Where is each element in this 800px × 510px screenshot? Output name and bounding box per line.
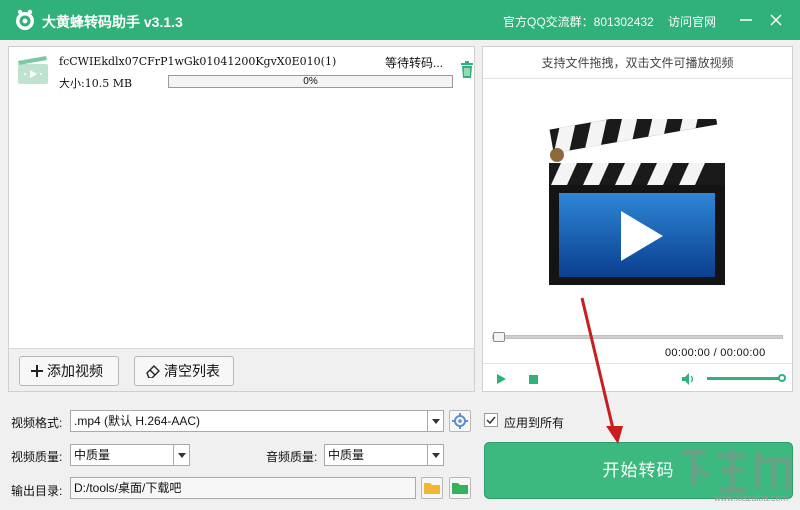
open-folder-icon — [452, 483, 468, 494]
app-title: 大黄蜂转码助手 v3.1.3 — [42, 14, 183, 30]
playback-time: 00:00:00 / 00:00:00 — [665, 347, 766, 359]
preview-hint: 支持文件拖拽，双击文件可播放视频 — [483, 47, 792, 79]
progress-text: 0% — [303, 76, 318, 87]
video-quality-select[interactable]: 中质量 — [70, 444, 190, 466]
list-toolbar: 添加视频 清空列表 — [8, 348, 475, 392]
video-format-label: 视频格式: — [11, 416, 63, 430]
audio-quality-value: 中质量 — [328, 448, 365, 462]
output-dir-field[interactable]: D:/tools/桌面/下载吧 — [70, 477, 416, 499]
conversion-progress-bar: 0% — [168, 75, 453, 88]
file-name: fcCWIEkdlx07CFrP1wGk01041200KgvX0E010(1) — [59, 55, 337, 68]
gear-icon — [452, 413, 468, 429]
audio-quality-label: 音频质量: — [266, 450, 318, 464]
chevron-down-icon — [173, 445, 189, 465]
file-list[interactable]: fcCWIEkdlx07CFrP1wGk01041200KgvX0E010(1)… — [8, 46, 475, 392]
volume-icon[interactable] — [682, 373, 696, 385]
format-settings-button[interactable] — [449, 410, 471, 432]
video-file-icon — [18, 56, 48, 84]
stop-icon[interactable] — [529, 375, 538, 384]
video-quality-label: 视频质量: — [11, 450, 63, 464]
delete-icon[interactable] — [459, 61, 475, 79]
file-status: 等待转码... — [385, 56, 444, 70]
folder-icon — [424, 483, 440, 494]
clear-list-button[interactable]: 清空列表 — [134, 356, 234, 386]
bee-logo-icon — [16, 9, 34, 30]
clapperboard-icon — [549, 119, 725, 285]
chevron-down-icon — [427, 411, 443, 431]
checkmark-icon — [486, 416, 496, 425]
apply-all-checkbox[interactable] — [484, 413, 498, 427]
plus-icon — [31, 365, 43, 377]
output-dir-label: 输出目录: — [11, 484, 63, 498]
audio-quality-select[interactable]: 中质量 — [324, 444, 444, 466]
eraser-icon — [146, 365, 160, 378]
file-size: 大小:10.5 MB — [59, 77, 133, 90]
watermark-url: www.xiazaiba.com — [714, 493, 789, 503]
apply-all-label: 应用到所有 — [504, 416, 565, 430]
video-format-value: .mp4 (默认 H.264-AAC) — [74, 414, 201, 428]
minimize-icon[interactable] — [736, 10, 756, 30]
add-video-label: 添加视频 — [47, 363, 103, 379]
player-controls — [483, 363, 792, 391]
browse-folder-button[interactable] — [421, 477, 443, 499]
close-icon[interactable] — [766, 10, 786, 30]
visit-site-link[interactable]: 访问官网 — [668, 13, 716, 30]
video-quality-value: 中质量 — [74, 448, 111, 462]
add-video-button[interactable]: 添加视频 — [19, 356, 119, 386]
file-list-item[interactable]: fcCWIEkdlx07CFrP1wGk01041200KgvX0E010(1)… — [9, 47, 474, 97]
clear-list-label: 清空列表 — [164, 363, 220, 379]
volume-handle[interactable] — [778, 374, 786, 382]
seek-handle[interactable] — [493, 332, 505, 342]
output-dir-value: D:/tools/桌面/下载吧 — [74, 481, 182, 495]
qq-group-text: 官方QQ交流群：801302432 — [503, 15, 654, 29]
volume-slider[interactable] — [707, 374, 786, 382]
open-folder-button[interactable] — [449, 477, 471, 499]
title-bar: 大黄蜂转码助手 v3.1.3 官方QQ交流群：801302432 访问官网 — [0, 0, 800, 40]
chevron-down-icon — [427, 445, 443, 465]
play-icon[interactable] — [496, 374, 506, 384]
preview-panel[interactable]: 支持文件拖拽，双击文件可播放视频 00:00:00 / 00:00:00 — [482, 46, 793, 392]
video-format-select[interactable]: .mp4 (默认 H.264-AAC) — [70, 410, 444, 432]
seek-bar[interactable] — [492, 332, 783, 342]
